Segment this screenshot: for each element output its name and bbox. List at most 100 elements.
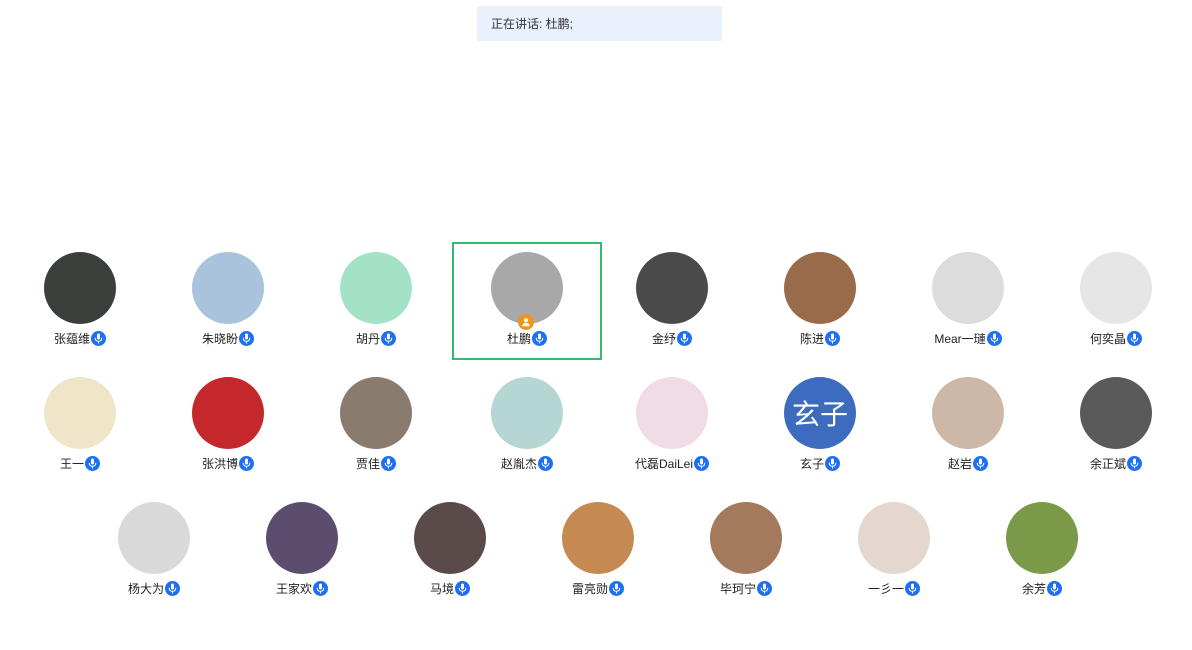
- avatar[interactable]: [636, 377, 708, 449]
- participant-tile[interactable]: 雷亮勋: [523, 492, 673, 610]
- avatar[interactable]: [1006, 502, 1078, 574]
- participant-name-row: 张蕴维: [5, 330, 155, 347]
- participant-name: 胡丹: [355, 332, 380, 346]
- microphone-icon[interactable]: [91, 331, 106, 346]
- microphone-icon[interactable]: [85, 456, 100, 471]
- participant-name: 张蕴维: [53, 332, 90, 346]
- avatar[interactable]: [340, 252, 412, 324]
- microphone-icon[interactable]: [532, 331, 547, 346]
- participant-name-row: 马境: [375, 580, 525, 597]
- participant-tile[interactable]: Mear一璉: [893, 242, 1043, 360]
- participant-tile[interactable]: 胡丹: [301, 242, 451, 360]
- avatar[interactable]: [1080, 252, 1152, 324]
- participant-name-row: 贾佳: [301, 455, 451, 472]
- participant-name-row: 张洪博: [153, 455, 303, 472]
- participant-name-row: 胡丹: [301, 330, 451, 347]
- microphone-icon[interactable]: [694, 456, 710, 471]
- participant-name-row: 金纾: [597, 330, 747, 347]
- participant-tile[interactable]: 张洪博: [153, 367, 303, 485]
- microphone-icon[interactable]: [455, 581, 470, 596]
- avatar[interactable]: [636, 252, 708, 324]
- participant-tile[interactable]: 王家欢: [227, 492, 377, 610]
- participant-name: 王家欢: [275, 582, 312, 596]
- participant-name: 余芳: [1021, 582, 1046, 596]
- participant-tile[interactable]: 余正斌: [1041, 367, 1191, 485]
- participant-name-row: 赵胤杰: [452, 455, 602, 472]
- avatar[interactable]: [192, 252, 264, 324]
- microphone-icon[interactable]: [381, 456, 396, 471]
- participant-name-row: 余正斌: [1041, 455, 1191, 472]
- participant-name: 何奕晶: [1089, 332, 1126, 346]
- avatar[interactable]: 玄子: [784, 377, 856, 449]
- microphone-icon[interactable]: [165, 581, 180, 596]
- avatar[interactable]: [932, 252, 1004, 324]
- microphone-icon[interactable]: [381, 331, 396, 346]
- participant-tile[interactable]: 马境: [375, 492, 525, 610]
- microphone-icon[interactable]: [825, 456, 840, 471]
- avatar[interactable]: [118, 502, 190, 574]
- participant-name: 赵胤杰: [500, 457, 537, 471]
- participant-tile[interactable]: 何奕晶: [1041, 242, 1191, 360]
- microphone-icon[interactable]: [239, 456, 254, 471]
- participant-name: 一彡一: [867, 582, 904, 596]
- microphone-icon[interactable]: [239, 331, 254, 346]
- avatar[interactable]: [491, 377, 563, 449]
- microphone-icon[interactable]: [313, 581, 328, 596]
- participant-name-row: 代磊DaiLei: [597, 455, 747, 472]
- microphone-icon[interactable]: [538, 456, 553, 471]
- avatar[interactable]: [44, 377, 116, 449]
- participant-name: 王一: [59, 457, 84, 471]
- avatar[interactable]: [784, 252, 856, 324]
- avatar[interactable]: [414, 502, 486, 574]
- microphone-icon[interactable]: [1127, 456, 1142, 471]
- participant-tile[interactable]: 代磊DaiLei: [597, 367, 747, 485]
- participant-tile[interactable]: 一彡一: [819, 492, 969, 610]
- participant-name-row: 王家欢: [227, 580, 377, 597]
- avatar[interactable]: [266, 502, 338, 574]
- participant-name: 杜鹏: [506, 332, 531, 346]
- participant-tile[interactable]: 陈进: [745, 242, 895, 360]
- microphone-icon[interactable]: [1127, 331, 1142, 346]
- avatar[interactable]: [192, 377, 264, 449]
- participant-name: 毕珂宁: [719, 582, 756, 596]
- participant-name-row: 朱晓盼: [153, 330, 303, 347]
- participant-tile[interactable]: 杜鹏: [452, 242, 602, 360]
- participant-name-row: 陈进: [745, 330, 895, 347]
- microphone-icon[interactable]: [757, 581, 772, 596]
- participant-tile[interactable]: 朱晓盼: [153, 242, 303, 360]
- avatar-text: 玄子: [791, 399, 848, 430]
- participant-tile[interactable]: 王一: [5, 367, 155, 485]
- participant-name-row: 雷亮勋: [523, 580, 673, 597]
- participant-tile[interactable]: 毕珂宁: [671, 492, 821, 610]
- participant-tile[interactable]: 金纾: [597, 242, 747, 360]
- avatar[interactable]: [1080, 377, 1152, 449]
- participant-name: 玄子: [799, 457, 824, 471]
- participant-tile[interactable]: 贾佳: [301, 367, 451, 485]
- participant-tile[interactable]: 余芳: [967, 492, 1117, 610]
- participant-name-row: 余芳: [967, 580, 1117, 597]
- avatar[interactable]: [932, 377, 1004, 449]
- participant-name: 贾佳: [355, 457, 380, 471]
- participant-name: 马境: [429, 582, 454, 596]
- participant-tile[interactable]: 赵胤杰: [452, 367, 602, 485]
- avatar[interactable]: [710, 502, 782, 574]
- participant-tile[interactable]: 杨大为: [79, 492, 229, 610]
- participant-name-row: 赵岩: [893, 455, 1043, 472]
- microphone-icon[interactable]: [677, 331, 692, 346]
- avatar[interactable]: [562, 502, 634, 574]
- microphone-icon[interactable]: [905, 581, 920, 596]
- participant-tile[interactable]: 赵岩: [893, 367, 1043, 485]
- avatar[interactable]: [340, 377, 412, 449]
- microphone-icon[interactable]: [609, 581, 624, 596]
- microphone-icon[interactable]: [973, 456, 988, 471]
- participant-name: 陈进: [799, 332, 824, 346]
- participant-name: 朱晓盼: [201, 332, 238, 346]
- participant-name: 雷亮勋: [571, 582, 608, 596]
- microphone-icon[interactable]: [986, 331, 1002, 346]
- avatar[interactable]: [858, 502, 930, 574]
- microphone-icon[interactable]: [825, 331, 840, 346]
- participant-tile[interactable]: 玄子 玄子: [745, 367, 895, 485]
- microphone-icon[interactable]: [1047, 581, 1062, 596]
- participant-tile[interactable]: 张蕴维: [5, 242, 155, 360]
- avatar[interactable]: [44, 252, 116, 324]
